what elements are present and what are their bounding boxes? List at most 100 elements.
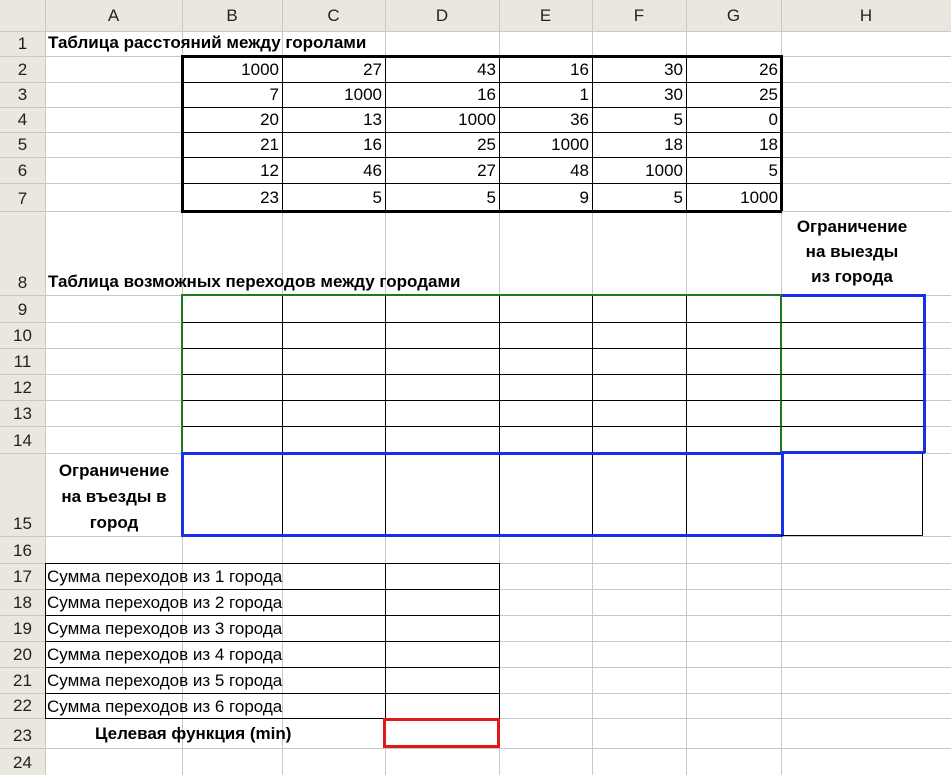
out-limit-header[interactable]: Ограничение на выезды из города xyxy=(782,214,922,289)
distance-cell[interactable]: 16 xyxy=(385,82,499,107)
transition-cell[interactable] xyxy=(592,348,686,374)
sum-label[interactable]: Сумма переходов из 6 города xyxy=(47,693,282,718)
transition-cell[interactable] xyxy=(686,295,781,322)
distance-cell[interactable]: 5 xyxy=(686,157,781,183)
distance-cell[interactable]: 1000 xyxy=(592,157,686,183)
sum-label[interactable]: Сумма переходов из 2 города xyxy=(47,589,282,615)
distance-cell[interactable]: 5 xyxy=(592,183,686,211)
transition-cell[interactable] xyxy=(182,295,282,322)
distance-cell[interactable]: 26 xyxy=(686,56,781,82)
transition-cell[interactable] xyxy=(499,400,592,426)
distance-cell[interactable]: 1000 xyxy=(499,132,592,157)
transition-cell[interactable] xyxy=(499,426,592,453)
distance-cell[interactable]: 7 xyxy=(182,82,282,107)
distance-cell[interactable]: 16 xyxy=(282,132,385,157)
row-header-23[interactable]: 23 xyxy=(0,724,45,748)
row-header-12[interactable]: 12 xyxy=(0,376,45,400)
transition-cell[interactable] xyxy=(499,374,592,400)
distance-cell[interactable]: 30 xyxy=(592,82,686,107)
distance-cell[interactable]: 36 xyxy=(499,107,592,132)
in-limit-cell[interactable] xyxy=(499,453,592,536)
sum-value-cell[interactable] xyxy=(385,641,499,667)
sum-value-cell[interactable] xyxy=(385,589,499,615)
row-header-2[interactable]: 2 xyxy=(0,58,45,82)
distance-cell[interactable]: 48 xyxy=(499,157,592,183)
transition-cell[interactable] xyxy=(282,322,385,348)
transition-cell[interactable] xyxy=(385,348,499,374)
select-all-corner[interactable] xyxy=(0,0,45,31)
row-header-4[interactable]: 4 xyxy=(0,108,45,132)
row-header-17[interactable]: 17 xyxy=(0,565,45,589)
distance-cell[interactable]: 13 xyxy=(282,107,385,132)
row-header-22[interactable]: 22 xyxy=(0,694,45,718)
transition-cell[interactable] xyxy=(686,374,781,400)
in-limit-cell[interactable] xyxy=(182,453,282,536)
distance-cell[interactable]: 20 xyxy=(182,107,282,132)
column-header-b[interactable]: B xyxy=(182,0,282,31)
distance-cell[interactable]: 30 xyxy=(592,56,686,82)
sum-value-cell[interactable] xyxy=(385,563,499,589)
sum-value-cell[interactable] xyxy=(385,667,499,693)
distance-cell[interactable]: 1000 xyxy=(182,56,282,82)
transition-cell[interactable] xyxy=(499,348,592,374)
column-header-h[interactable]: H xyxy=(781,0,951,31)
sum-value-cell[interactable] xyxy=(385,615,499,641)
distance-cell[interactable]: 43 xyxy=(385,56,499,82)
row-header-20[interactable]: 20 xyxy=(0,643,45,667)
row-header-11[interactable]: 11 xyxy=(0,350,45,374)
transition-cell[interactable] xyxy=(385,295,499,322)
row-header-3[interactable]: 3 xyxy=(0,83,45,107)
distance-cell[interactable]: 18 xyxy=(686,132,781,157)
out-limit-cell[interactable] xyxy=(781,374,923,400)
out-limit-cell[interactable] xyxy=(781,348,923,374)
transition-cell[interactable] xyxy=(686,348,781,374)
row-header-1[interactable]: 1 xyxy=(0,32,45,56)
row-header-5[interactable]: 5 xyxy=(0,133,45,157)
row-header-15[interactable]: 15 xyxy=(0,512,45,536)
in-limit-header[interactable]: Ограничение на въезды в город xyxy=(46,458,182,536)
column-header-f[interactable]: F xyxy=(592,0,686,31)
distance-cell[interactable]: 27 xyxy=(282,56,385,82)
distance-cell[interactable]: 25 xyxy=(385,132,499,157)
transition-cell[interactable] xyxy=(385,426,499,453)
title-distance-table[interactable]: Таблица расстояний между горолами xyxy=(48,32,366,56)
distance-cell[interactable]: 46 xyxy=(282,157,385,183)
transition-cell[interactable] xyxy=(282,426,385,453)
transition-cell[interactable] xyxy=(385,374,499,400)
distance-cell[interactable]: 1000 xyxy=(282,82,385,107)
distance-cell[interactable]: 21 xyxy=(182,132,282,157)
transition-cell[interactable] xyxy=(385,400,499,426)
transition-cell[interactable] xyxy=(282,400,385,426)
column-header-c[interactable]: C xyxy=(282,0,385,31)
row-header-8[interactable]: 8 xyxy=(0,271,45,295)
row-header-14[interactable]: 14 xyxy=(0,429,45,453)
transition-cell[interactable] xyxy=(499,322,592,348)
transition-cell[interactable] xyxy=(686,322,781,348)
column-header-g[interactable]: G xyxy=(686,0,781,31)
in-limit-cell[interactable] xyxy=(385,453,499,536)
transition-cell[interactable] xyxy=(182,322,282,348)
row-header-18[interactable]: 18 xyxy=(0,591,45,615)
transition-cell[interactable] xyxy=(385,322,499,348)
transition-cell[interactable] xyxy=(592,426,686,453)
distance-cell[interactable]: 16 xyxy=(499,56,592,82)
distance-cell[interactable]: 9 xyxy=(499,183,592,211)
row-header-13[interactable]: 13 xyxy=(0,402,45,426)
row-header-21[interactable]: 21 xyxy=(0,669,45,693)
sum-label[interactable]: Сумма переходов из 1 города xyxy=(47,563,282,589)
objective-label[interactable]: Целевая функция (min) xyxy=(95,722,291,746)
in-limit-cell[interactable] xyxy=(686,453,781,536)
transition-cell[interactable] xyxy=(282,348,385,374)
sum-label[interactable]: Сумма переходов из 3 города xyxy=(47,615,282,641)
distance-cell[interactable]: 25 xyxy=(686,82,781,107)
row-header-7[interactable]: 7 xyxy=(0,187,45,211)
row-header-10[interactable]: 10 xyxy=(0,324,45,348)
objective-cell[interactable] xyxy=(383,718,500,748)
distance-cell[interactable]: 1 xyxy=(499,82,592,107)
transition-cell[interactable] xyxy=(592,322,686,348)
column-header-e[interactable]: E xyxy=(499,0,592,31)
transition-cell[interactable] xyxy=(282,374,385,400)
transition-cell[interactable] xyxy=(182,400,282,426)
transition-cell[interactable] xyxy=(686,400,781,426)
distance-cell[interactable]: 23 xyxy=(182,183,282,211)
